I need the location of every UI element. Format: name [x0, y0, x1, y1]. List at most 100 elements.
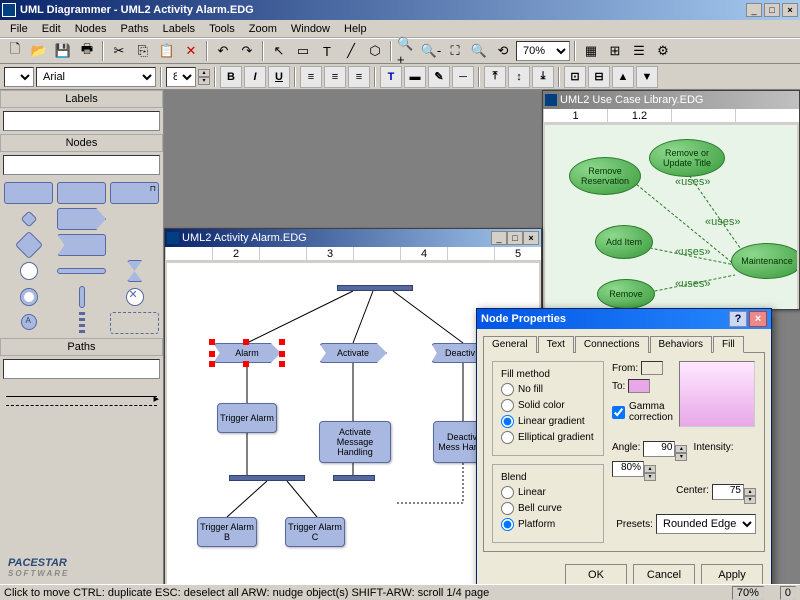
ok-button[interactable]: OK	[565, 564, 627, 586]
valign-bot-icon[interactable]: ⤓	[532, 66, 554, 88]
radio-blend-platform[interactable]	[501, 518, 514, 531]
child-max[interactable]: □	[507, 231, 523, 245]
align-left-icon[interactable]: ≡	[300, 66, 322, 88]
size-down[interactable]: ▾	[198, 77, 210, 85]
open-icon[interactable]: 📂	[28, 40, 50, 62]
labels-combo[interactable]	[3, 111, 160, 131]
menu-nodes[interactable]: Nodes	[69, 22, 113, 36]
apply-button[interactable]: Apply	[701, 564, 763, 586]
layers-icon[interactable]: ☰	[628, 40, 650, 62]
uc-remove[interactable]: Remove	[597, 279, 655, 309]
menu-edit[interactable]: Edit	[36, 22, 67, 36]
path-solid-arrow[interactable]: ▸	[6, 396, 157, 397]
shape-marker[interactable]: A	[21, 314, 37, 330]
uc-remove-reserv[interactable]: Remove Reservation	[569, 157, 641, 195]
node-alarm[interactable]: Alarm	[213, 343, 281, 363]
cut-icon[interactable]: ✂	[108, 40, 130, 62]
zoomout-icon[interactable]: 🔍-	[420, 40, 442, 62]
radio-blend-bell[interactable]	[501, 502, 514, 515]
path-dashed[interactable]	[6, 405, 157, 406]
node-activate-msg[interactable]: Activate Message Handling	[319, 421, 391, 463]
center-input[interactable]: 75	[712, 484, 744, 500]
align-center-icon[interactable]: ≡	[324, 66, 346, 88]
presets-combo[interactable]: Rounded Edges	[656, 514, 756, 534]
minimize-button[interactable]: _	[746, 3, 762, 17]
nodes-filter[interactable]	[3, 155, 160, 175]
child-min[interactable]: _	[491, 231, 507, 245]
dialog-help-button[interactable]: ?	[729, 311, 747, 327]
menu-file[interactable]: File	[4, 22, 34, 36]
zoom-combo[interactable]: 70%	[516, 41, 570, 61]
shape-bar[interactable]	[57, 268, 106, 274]
radio-blend-linear[interactable]	[501, 486, 514, 499]
line-icon[interactable]: ╱	[340, 40, 362, 62]
new-icon[interactable]: 🗋	[4, 40, 26, 62]
menu-help[interactable]: Help	[338, 22, 373, 36]
menu-labels[interactable]: Labels	[157, 22, 201, 36]
node-trigger-c[interactable]: Trigger Alarm C	[285, 517, 345, 547]
usecase-titlebar[interactable]: UML2 Use Case Library.EDG	[543, 91, 799, 109]
print-icon[interactable]: 🖶	[76, 40, 98, 62]
save-icon[interactable]: 💾	[52, 40, 74, 62]
labels-panel-header[interactable]: Labels	[0, 90, 163, 108]
shape-roundrect[interactable]	[110, 312, 159, 334]
node-trigger-alarm[interactable]: Trigger Alarm	[217, 403, 277, 433]
select-icon[interactable]: ▭	[292, 40, 314, 62]
nodes-panel-header[interactable]: Nodes	[0, 134, 163, 152]
front-icon[interactable]: ▲	[612, 66, 634, 88]
paths-panel-header[interactable]: Paths	[0, 338, 163, 356]
tab-connections[interactable]: Connections	[575, 336, 649, 353]
font-combo[interactable]: Arial	[36, 67, 156, 87]
radio-linear[interactable]	[501, 415, 514, 428]
shape-bar-v[interactable]	[79, 286, 85, 308]
tab-fill[interactable]: Fill	[713, 336, 744, 353]
prefs-icon[interactable]: ⚙	[652, 40, 674, 62]
shape-rect2[interactable]	[57, 182, 106, 204]
fork-bar-mid[interactable]	[229, 475, 305, 481]
zoomarea-icon[interactable]: 🔍	[468, 40, 490, 62]
node-trigger-b[interactable]: Trigger Alarm B	[197, 517, 257, 547]
cancel-button[interactable]: Cancel	[633, 564, 695, 586]
paste-icon[interactable]: 📋	[156, 40, 178, 62]
text-icon[interactable]: T	[316, 40, 338, 62]
line-color-icon[interactable]: ─	[452, 66, 474, 88]
tab-text[interactable]: Text	[538, 336, 574, 353]
shape-dashed-v[interactable]	[79, 312, 85, 334]
grid-icon[interactable]: ▦	[580, 40, 602, 62]
copy-icon[interactable]: ⎘	[132, 40, 154, 62]
dialog-close-button[interactable]: ×	[749, 311, 767, 327]
to-swatch[interactable]	[628, 379, 650, 393]
style-combo[interactable]	[4, 67, 34, 87]
group-icon[interactable]: ⊡	[564, 66, 586, 88]
ungroup-icon[interactable]: ⊟	[588, 66, 610, 88]
radio-nofill[interactable]	[501, 383, 514, 396]
pointer-icon[interactable]: ↖	[268, 40, 290, 62]
child-close[interactable]: ×	[523, 231, 539, 245]
uc-maintenance[interactable]: Maintenance	[731, 243, 797, 279]
menu-zoom[interactable]: Zoom	[243, 22, 283, 36]
shape-rect[interactable]	[4, 182, 53, 204]
node-properties-dialog[interactable]: Node Properties ? × General Text Connect…	[476, 308, 772, 593]
shape-signal[interactable]	[57, 234, 106, 256]
close-button[interactable]: ×	[782, 3, 798, 17]
maximize-button[interactable]: □	[764, 3, 780, 17]
uc-remove-update[interactable]: Remove or Update Title	[649, 139, 725, 177]
valign-mid-icon[interactable]: ↕	[508, 66, 530, 88]
from-swatch[interactable]	[641, 361, 663, 375]
shape-diamond-sm[interactable]	[20, 211, 37, 228]
zoomfit-icon[interactable]: ⛶	[444, 40, 466, 62]
tab-general[interactable]: General	[483, 336, 537, 353]
fill-color-icon[interactable]: ▬	[404, 66, 426, 88]
radio-elliptical[interactable]	[501, 431, 514, 444]
shape-diamond[interactable]	[14, 231, 42, 259]
radio-solid[interactable]	[501, 399, 514, 412]
shape-arrow[interactable]	[57, 208, 106, 230]
align-right-icon[interactable]: ≡	[348, 66, 370, 88]
fork-bar-top[interactable]	[337, 285, 413, 291]
angle-up[interactable]: ▴	[675, 445, 687, 453]
gamma-checkbox[interactable]	[612, 406, 625, 419]
bold-button[interactable]: B	[220, 66, 242, 88]
shape-circle-o[interactable]	[20, 262, 38, 280]
usecase-window[interactable]: UML2 Use Case Library.EDG 11.2 «uses» «u…	[542, 90, 800, 310]
redo-icon[interactable]: ↷	[236, 40, 258, 62]
